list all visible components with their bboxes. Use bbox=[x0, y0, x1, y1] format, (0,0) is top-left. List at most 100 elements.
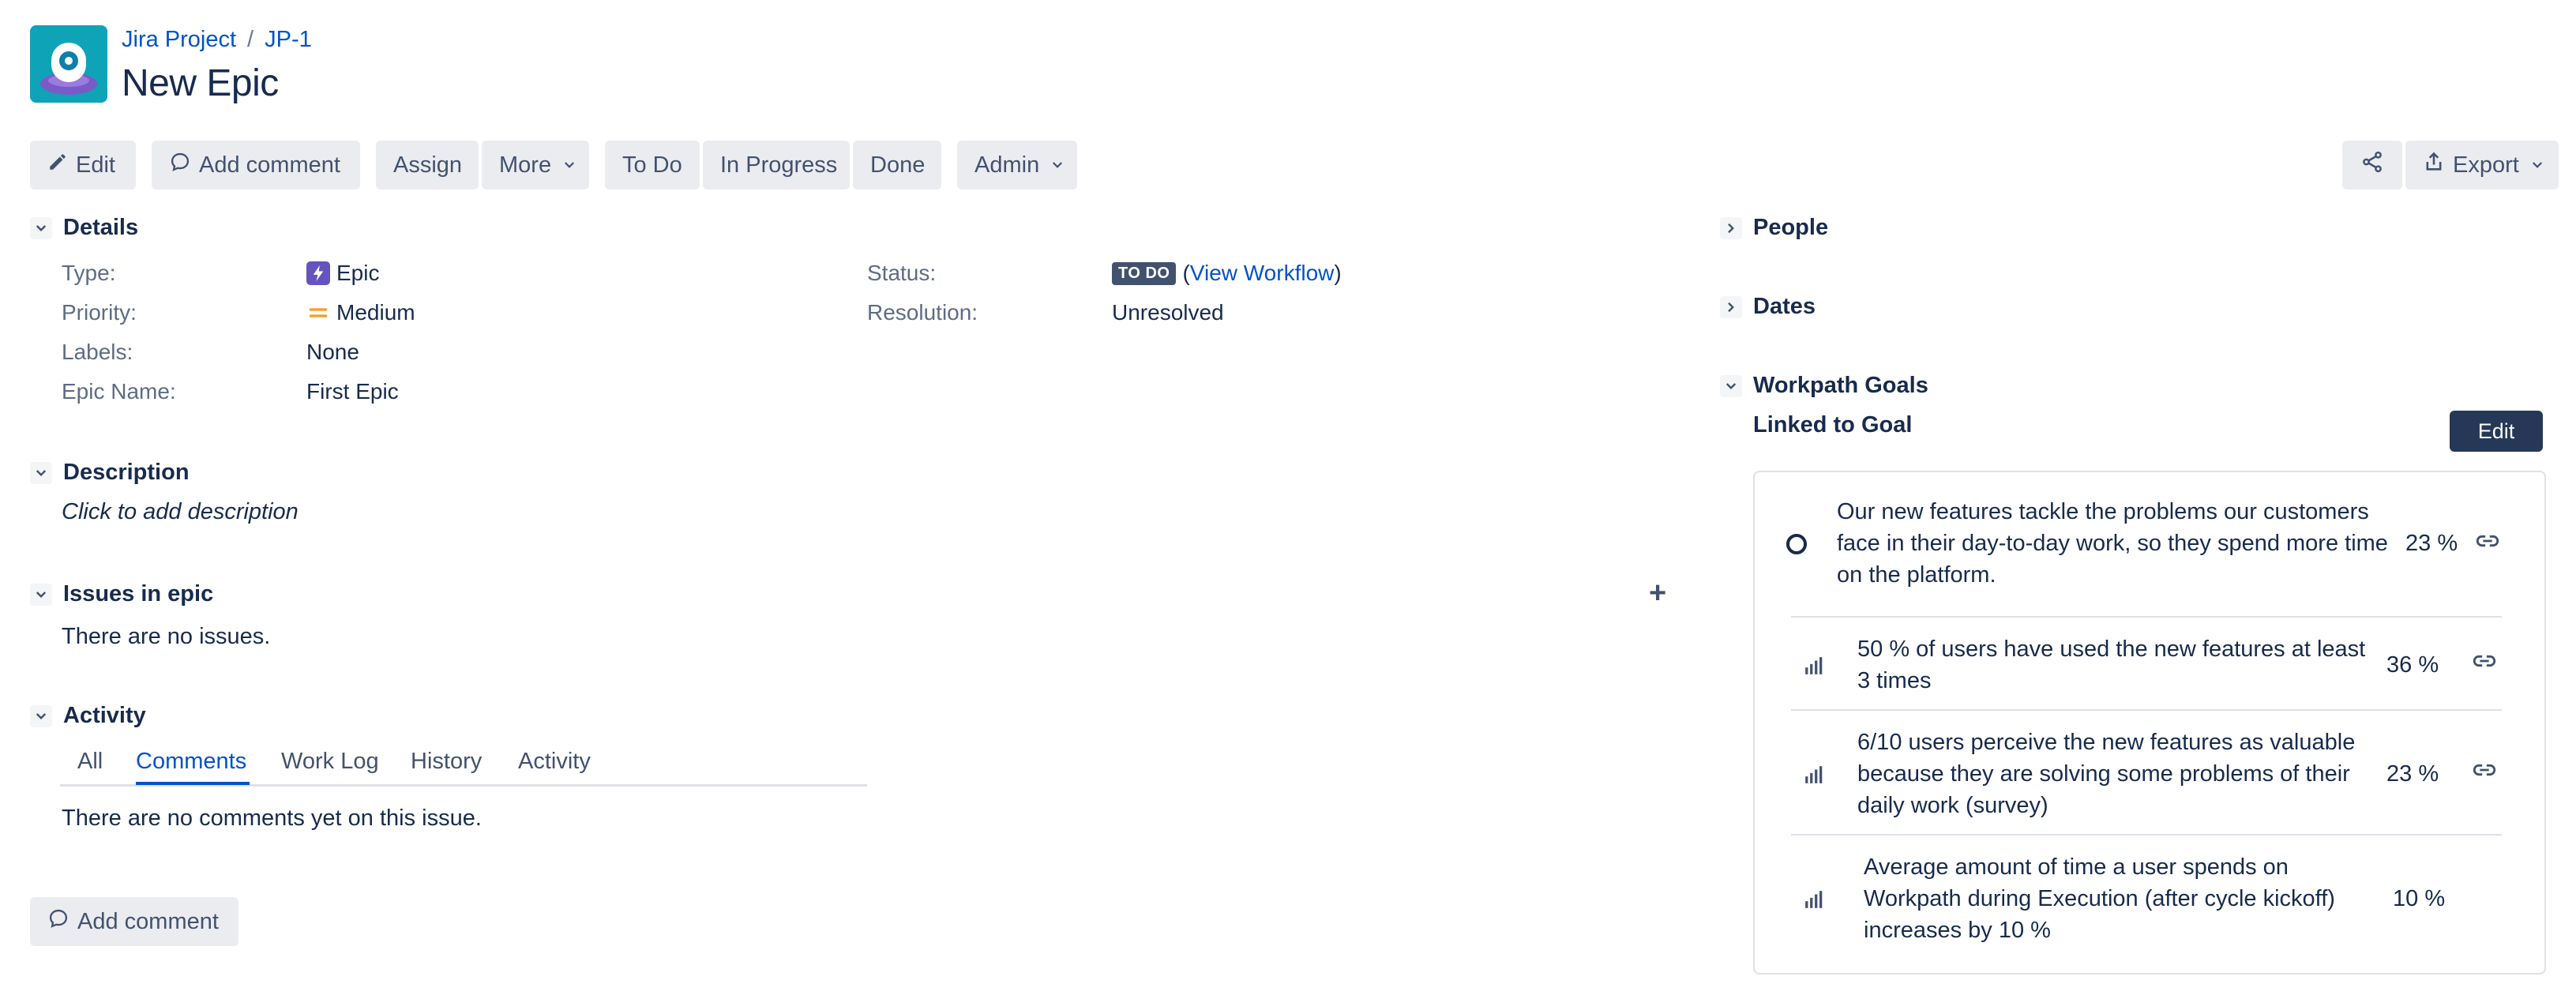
key-result-progress: 23 % bbox=[2386, 761, 2439, 787]
chevron-right-icon[interactable] bbox=[1720, 295, 1742, 318]
priority-value: Medium bbox=[306, 300, 415, 325]
share-icon bbox=[2360, 150, 2384, 180]
chevron-down-icon[interactable] bbox=[1720, 374, 1742, 397]
key-result-text[interactable]: Average amount of time a user spends on … bbox=[1864, 851, 2369, 946]
add-comment-label: Add comment bbox=[199, 152, 340, 178]
chevron-down-icon[interactable] bbox=[30, 461, 52, 484]
transition-todo-button[interactable]: To Do bbox=[605, 141, 700, 190]
details-heading: Details bbox=[63, 215, 139, 240]
labels-label: Labels: bbox=[62, 340, 133, 364]
chevron-down-icon[interactable] bbox=[30, 704, 52, 727]
active-tab-indicator bbox=[136, 782, 250, 785]
type-value-text: Epic bbox=[336, 261, 380, 285]
key-result-divider bbox=[1791, 834, 2502, 836]
add-comment-button[interactable]: Add comment bbox=[152, 141, 360, 190]
edit-button[interactable]: Edit bbox=[30, 141, 136, 190]
goal-title[interactable]: Our new features tackle the problems our… bbox=[1837, 496, 2390, 591]
issues-in-epic-section-header[interactable]: Issues in epic bbox=[30, 581, 213, 607]
chevron-down-icon bbox=[2530, 152, 2544, 178]
key-result-text[interactable]: 50 % of users have used the new features… bbox=[1857, 633, 2379, 697]
assign-label: Assign bbox=[393, 152, 463, 178]
key-result-bars-icon bbox=[1804, 889, 1824, 914]
export-dropdown-button[interactable]: Export bbox=[2405, 141, 2559, 190]
workpath-goals-heading: Workpath Goals bbox=[1753, 373, 1928, 398]
key-result-bars-icon bbox=[1804, 764, 1824, 789]
breadcrumb: Jira Project / JP-1 bbox=[122, 27, 312, 53]
transition-done-button[interactable]: Done bbox=[853, 141, 941, 190]
people-heading: People bbox=[1753, 215, 1829, 240]
comment-icon bbox=[47, 907, 69, 936]
epic-name-value[interactable]: First Epic bbox=[306, 379, 399, 404]
breadcrumb-separator: / bbox=[247, 27, 254, 52]
dates-section-header[interactable]: Dates bbox=[1720, 294, 1816, 320]
view-workflow-link[interactable]: View Workflow bbox=[1190, 261, 1335, 286]
labels-value[interactable]: None bbox=[306, 340, 359, 365]
no-comments-text: There are no comments yet on this issue. bbox=[62, 806, 482, 831]
type-label: Type: bbox=[62, 261, 116, 285]
chevron-down-icon bbox=[562, 152, 576, 178]
chevron-right-icon[interactable] bbox=[1720, 216, 1742, 239]
more-label: More bbox=[499, 152, 552, 178]
status-badge: TO DO bbox=[1112, 261, 1177, 285]
link-icon[interactable] bbox=[2472, 528, 2503, 558]
resolution-label: Resolution: bbox=[867, 300, 978, 325]
export-label: Export bbox=[2453, 152, 2519, 178]
issues-in-epic-heading: Issues in epic bbox=[63, 581, 214, 607]
link-icon[interactable] bbox=[2469, 757, 2500, 787]
key-result-bars-icon bbox=[1804, 655, 1824, 680]
project-avatar-icon[interactable] bbox=[30, 25, 107, 103]
comment-icon bbox=[169, 151, 191, 179]
key-result-progress: 36 % bbox=[2386, 652, 2439, 678]
assign-button[interactable]: Assign bbox=[376, 141, 479, 190]
breadcrumb-project-link[interactable]: Jira Project bbox=[122, 27, 236, 52]
priority-medium-icon bbox=[306, 301, 330, 325]
activity-heading: Activity bbox=[63, 703, 146, 728]
description-placeholder[interactable]: Click to add description bbox=[62, 499, 299, 525]
status-label: Status: bbox=[867, 261, 937, 285]
chevron-down-icon[interactable] bbox=[30, 216, 52, 239]
export-icon bbox=[2423, 151, 2445, 179]
goal-circle-icon bbox=[1785, 532, 1808, 560]
tab-comments[interactable]: Comments bbox=[136, 749, 246, 775]
tab-history[interactable]: History bbox=[411, 749, 482, 775]
add-issue-plus-icon[interactable]: + bbox=[1649, 576, 1666, 610]
activity-section-header[interactable]: Activity bbox=[30, 703, 146, 729]
add-comment-bottom-button[interactable]: Add comment bbox=[30, 897, 238, 946]
chevron-down-icon[interactable] bbox=[30, 583, 52, 606]
status-value: TO DO(View Workflow) bbox=[1112, 261, 1342, 286]
more-dropdown-button[interactable]: More bbox=[482, 141, 589, 190]
transition-in-progress-button[interactable]: In Progress bbox=[703, 141, 850, 190]
pencil-icon bbox=[47, 152, 68, 178]
priority-value-text: Medium bbox=[336, 300, 415, 325]
key-result-divider bbox=[1791, 709, 2502, 711]
workpath-goals-section-header[interactable]: Workpath Goals bbox=[1720, 373, 1928, 399]
key-result-text[interactable]: 6/10 users perceive the new features as … bbox=[1857, 727, 2379, 821]
resolution-value: Unresolved bbox=[1112, 300, 1224, 325]
add-comment-bottom-label: Add comment bbox=[77, 908, 219, 934]
people-section-header[interactable]: People bbox=[1720, 215, 1828, 241]
key-result-progress: 10 % bbox=[2393, 886, 2446, 911]
workflow-open-paren: ( bbox=[1182, 261, 1190, 285]
tab-activity[interactable]: Activity bbox=[518, 749, 591, 775]
breadcrumb-issue-link[interactable]: JP-1 bbox=[265, 27, 312, 52]
tab-work-log[interactable]: Work Log bbox=[281, 749, 379, 775]
goal-progress: 23 % bbox=[2405, 531, 2458, 556]
epic-name-label: Epic Name: bbox=[62, 379, 176, 404]
description-section-header[interactable]: Description bbox=[30, 460, 190, 486]
admin-label: Admin bbox=[974, 152, 1040, 178]
description-heading: Description bbox=[63, 460, 190, 485]
details-section-header[interactable]: Details bbox=[30, 215, 138, 241]
linked-to-goal-label: Linked to Goal bbox=[1753, 412, 1913, 438]
workflow-close-paren: ) bbox=[1334, 261, 1342, 285]
link-icon[interactable] bbox=[2469, 648, 2500, 678]
share-button[interactable] bbox=[2342, 141, 2402, 190]
priority-label: Priority: bbox=[62, 300, 137, 325]
in-progress-label: In Progress bbox=[720, 152, 838, 178]
dates-heading: Dates bbox=[1753, 294, 1816, 319]
no-issues-text: There are no issues. bbox=[62, 624, 271, 649]
epic-lightning-icon bbox=[306, 261, 330, 285]
goals-edit-button[interactable]: Edit bbox=[2450, 411, 2543, 452]
tab-all[interactable]: All bbox=[77, 749, 103, 775]
admin-dropdown-button[interactable]: Admin bbox=[957, 141, 1077, 190]
edit-button-label: Edit bbox=[76, 152, 115, 178]
